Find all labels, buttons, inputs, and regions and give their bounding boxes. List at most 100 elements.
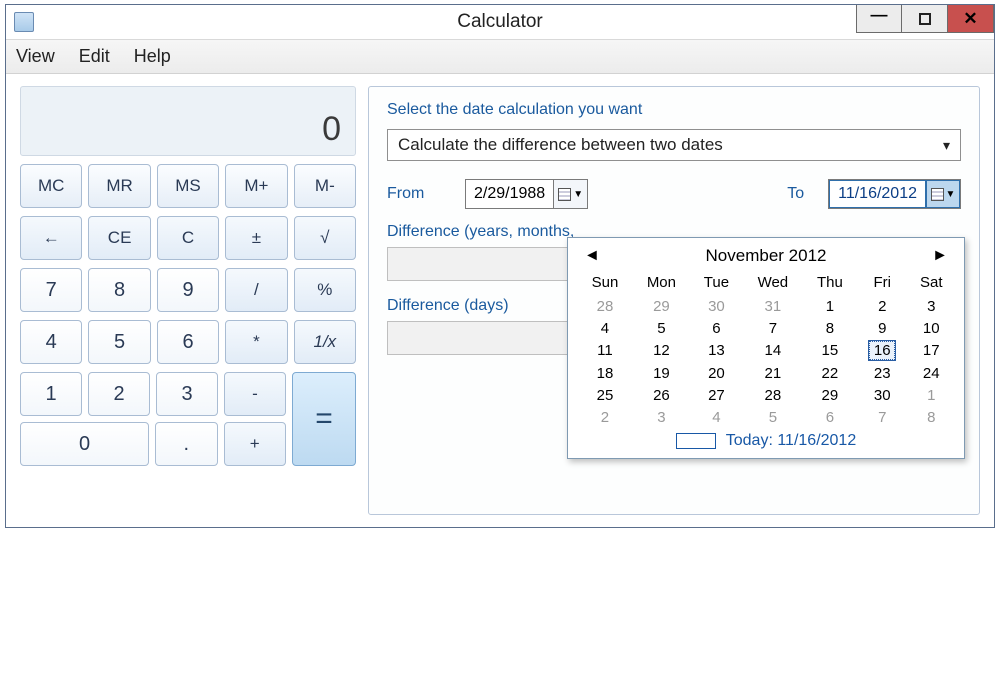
cal-dow-header: Sun <box>578 272 632 295</box>
num7-button[interactable]: 7 <box>20 268 82 312</box>
cal-day[interactable]: 28 <box>742 384 804 406</box>
cal-dow-header: Thu <box>804 272 856 295</box>
cal-day[interactable]: 23 <box>856 362 909 384</box>
num2-button[interactable]: 2 <box>88 372 150 416</box>
date-mode-select[interactable]: Calculate the difference between two dat… <box>387 129 961 161</box>
cal-today-link[interactable]: Today: 11/16/2012 <box>578 432 954 450</box>
mc-button[interactable]: MC <box>20 164 82 208</box>
cal-day[interactable]: 19 <box>632 362 691 384</box>
cal-day[interactable]: 25 <box>578 384 632 406</box>
cal-today-label: Today: 11/16/2012 <box>726 432 856 450</box>
cal-day[interactable]: 30 <box>691 295 742 317</box>
cal-day[interactable]: 21 <box>742 362 804 384</box>
menu-help[interactable]: Help <box>134 46 171 67</box>
ms-button[interactable]: MS <box>157 164 219 208</box>
cal-day[interactable]: 12 <box>632 339 691 362</box>
cal-day[interactable]: 29 <box>632 295 691 317</box>
to-date-picker-button[interactable]: ▼ <box>926 180 960 208</box>
cal-day[interactable]: 30 <box>856 384 909 406</box>
cal-day[interactable]: 9 <box>856 317 909 339</box>
app-window: Calculator — ✕ View Edit Help 0 MC MR MS… <box>5 4 995 528</box>
pm-button[interactable]: ± <box>225 216 287 260</box>
cal-day[interactable]: 10 <box>909 317 955 339</box>
cal-day[interactable]: 6 <box>691 317 742 339</box>
cal-dow-header: Wed <box>742 272 804 295</box>
cal-day[interactable]: 22 <box>804 362 856 384</box>
cal-day[interactable]: 5 <box>742 406 804 428</box>
cal-day[interactable]: 17 <box>909 339 955 362</box>
inv-button[interactable]: 1/x <box>294 320 356 364</box>
cal-day[interactable]: 6 <box>804 406 856 428</box>
num9-button[interactable]: 9 <box>157 268 219 312</box>
cal-day[interactable]: 11 <box>578 339 632 362</box>
cal-day[interactable]: 15 <box>804 339 856 362</box>
pct-button[interactable]: % <box>294 268 356 312</box>
cal-day[interactable]: 14 <box>742 339 804 362</box>
to-date-field[interactable]: 11/16/2012 ▼ <box>828 179 961 209</box>
cal-day[interactable]: 5 <box>632 317 691 339</box>
calendar-icon <box>558 188 571 201</box>
cal-day[interactable]: 1 <box>909 384 955 406</box>
cal-day[interactable]: 13 <box>691 339 742 362</box>
cal-month-title[interactable]: November 2012 <box>706 246 827 266</box>
from-date-picker-button[interactable]: ▼ <box>553 180 587 208</box>
cal-prev-button[interactable]: ◄ <box>580 247 604 265</box>
cal-day[interactable]: 20 <box>691 362 742 384</box>
title-bar: Calculator — ✕ <box>6 5 994 40</box>
num6-button[interactable]: 6 <box>157 320 219 364</box>
num8-button[interactable]: 8 <box>88 268 150 312</box>
mul-button[interactable]: * <box>225 320 287 364</box>
sub-button[interactable]: - <box>224 372 286 416</box>
menu-edit[interactable]: Edit <box>79 46 110 67</box>
cal-day[interactable]: 3 <box>632 406 691 428</box>
close-button[interactable]: ✕ <box>948 5 994 33</box>
cal-day[interactable]: 7 <box>856 406 909 428</box>
add-button[interactable]: + <box>224 422 286 466</box>
cal-day[interactable]: 2 <box>856 295 909 317</box>
cal-day[interactable]: 7 <box>742 317 804 339</box>
cal-day[interactable]: 16 <box>856 339 909 362</box>
date-calc-prompt: Select the date calculation you want <box>387 101 961 119</box>
menu-view[interactable]: View <box>16 46 55 67</box>
cal-day[interactable]: 28 <box>578 295 632 317</box>
from-label: From <box>387 185 447 203</box>
cal-day[interactable]: 18 <box>578 362 632 384</box>
dot-button[interactable]: . <box>155 422 217 466</box>
minimize-button[interactable]: — <box>856 5 902 33</box>
cal-day[interactable]: 1 <box>804 295 856 317</box>
sqrt-button[interactable]: √ <box>294 216 356 260</box>
back-button[interactable]: ← <box>20 216 82 260</box>
to-date-value: 11/16/2012 <box>829 180 926 208</box>
num4-button[interactable]: 4 <box>20 320 82 364</box>
cal-day[interactable]: 29 <box>804 384 856 406</box>
mplus-button[interactable]: M+ <box>225 164 287 208</box>
cal-day[interactable]: 2 <box>578 406 632 428</box>
div-button[interactable]: / <box>225 268 287 312</box>
chevron-down-icon: ▼ <box>573 189 583 200</box>
c-button[interactable]: C <box>157 216 219 260</box>
cal-day[interactable]: 4 <box>691 406 742 428</box>
mminus-button[interactable]: M- <box>294 164 356 208</box>
mr-button[interactable]: MR <box>88 164 150 208</box>
num5-button[interactable]: 5 <box>88 320 150 364</box>
num3-button[interactable]: 3 <box>156 372 218 416</box>
cal-next-button[interactable]: ► <box>928 247 952 265</box>
cal-day[interactable]: 27 <box>691 384 742 406</box>
cal-day[interactable]: 8 <box>804 317 856 339</box>
app-icon <box>14 12 34 32</box>
cal-day[interactable]: 26 <box>632 384 691 406</box>
cal-day[interactable]: 4 <box>578 317 632 339</box>
chevron-down-icon: ▼ <box>946 189 956 200</box>
calc-display: 0 <box>20 86 356 156</box>
to-label: To <box>787 185 804 203</box>
cal-day[interactable]: 31 <box>742 295 804 317</box>
cal-day[interactable]: 3 <box>909 295 955 317</box>
cal-day[interactable]: 24 <box>909 362 955 384</box>
num0-button[interactable]: 0 <box>20 422 149 466</box>
equals-button[interactable]: = <box>292 372 356 466</box>
num1-button[interactable]: 1 <box>20 372 82 416</box>
ce-button[interactable]: CE <box>88 216 150 260</box>
from-date-field[interactable]: 2/29/1988 ▼ <box>465 179 588 209</box>
maximize-button[interactable] <box>902 5 948 33</box>
cal-day[interactable]: 8 <box>909 406 955 428</box>
